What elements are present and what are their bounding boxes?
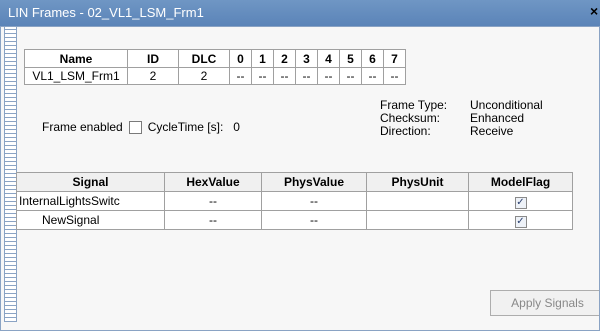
close-icon[interactable]: × [590,3,600,19]
title-bar: LIN Frames - 02_VL1_LSM_Frm1 × [0,0,600,26]
window-title: LIN Frames - 02_VL1_LSM_Frm1 [8,5,204,20]
window-border [0,26,600,331]
